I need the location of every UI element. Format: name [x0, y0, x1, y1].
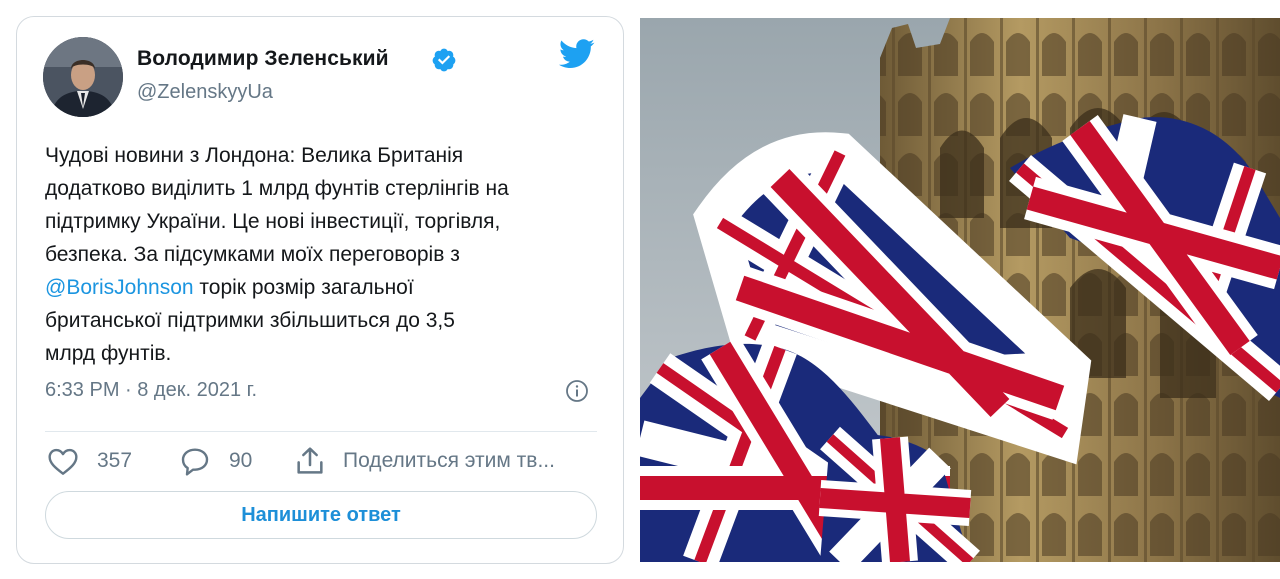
verified-badge-icon [432, 48, 456, 72]
avatar[interactable] [43, 37, 123, 117]
tweet-text-line: додатково виділить 1 млрд фунтів стерлін… [45, 177, 509, 200]
twitter-bird-icon[interactable] [559, 39, 595, 69]
reply-action-button[interactable]: 90 [179, 443, 252, 479]
author-handle[interactable]: @ZelenskyyUa [137, 81, 273, 104]
info-icon[interactable] [565, 379, 589, 403]
share-button[interactable]: Поделиться этим тв... [293, 443, 555, 479]
tweet-text-line: британської підтримки збільшиться до 3,5 [45, 309, 455, 332]
reply-button[interactable]: Напишите ответ [45, 491, 597, 539]
divider [45, 431, 597, 432]
like-button[interactable]: 357 [47, 443, 132, 479]
share-icon [297, 447, 323, 474]
comment-icon [181, 448, 209, 476]
union-jack-flags-photo [640, 18, 1280, 562]
tweet-text-line: @BorisJohnson торік розмір загальної [45, 271, 615, 304]
tweet-text-line: Чудові новини з Лондона: Велика Британія [45, 144, 464, 167]
tweet-card: Володимир Зеленський @ZelenskyyUa Чудові… [16, 16, 624, 564]
tweet-text-line: підтримку України. Це нові інвестиції, т… [45, 210, 501, 233]
tweet-text: Чудові новини з Лондона: Велика Британія… [45, 139, 615, 370]
tweet-text-line: млрд фунтів. [45, 342, 172, 365]
tweet-text-line: безпека. За підсумками моїх переговорів … [45, 243, 460, 266]
share-label: Поделиться этим тв... [343, 449, 555, 472]
heart-icon [48, 448, 78, 475]
tweet-text-segment: торік розмір загальної [193, 276, 414, 299]
author-name[interactable]: Володимир Зеленський [137, 47, 389, 71]
like-count: 357 [97, 449, 133, 472]
tweet-timestamp[interactable]: 6:33 PM · 8 дек. 2021 г. [45, 379, 257, 402]
mention-link[interactable]: @BorisJohnson [45, 276, 194, 299]
reply-count: 90 [229, 449, 253, 472]
